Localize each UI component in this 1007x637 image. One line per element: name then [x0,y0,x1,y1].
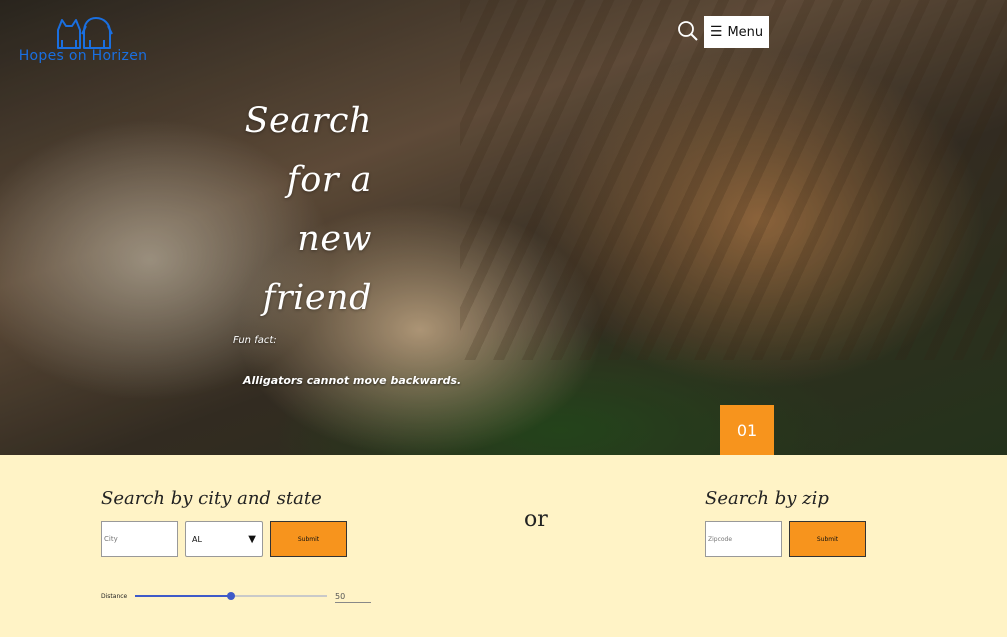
state-selected-value: AL [192,534,202,544]
search-icon [678,20,698,41]
hero-title-line: friend [262,278,372,318]
chevron-down-icon: ▼ [248,533,256,545]
distance-label: Distance [101,593,128,600]
or-divider-text: or [524,507,548,532]
fun-fact-label: Fun fact: [233,335,277,346]
menu-label: Menu [727,24,764,40]
city-submit-button[interactable]: Submit [270,521,347,557]
state-select[interactable]: AL ▼ [185,521,263,557]
fun-fact-text: Alligators cannot move backwards. [243,374,462,387]
brand-name: Hopes on Horizen [18,48,148,64]
slider-thumb[interactable] [227,592,235,600]
hero-banner: Hopes on Horizen ☰ Menu Search for a new… [0,0,1007,455]
brand-logo[interactable]: Hopes on Horizen [8,14,158,64]
search-button[interactable] [674,18,702,46]
hero-title: Search for a new friend [240,92,372,328]
zip-submit-button[interactable]: Submit [789,521,866,557]
cat-and-dog-logo-icon [57,17,113,49]
distance-slider[interactable] [135,590,327,602]
zip-input[interactable] [705,521,782,557]
hamburger-icon: ☰ [709,24,723,40]
city-input[interactable] [101,521,178,557]
hero-title-line: for a [286,160,372,200]
slide-number-badge: 01 [720,405,774,455]
slider-fill [135,595,231,597]
menu-button[interactable]: ☰ Menu [704,16,769,48]
hero-title-line: Search [244,101,372,141]
city-search-heading: Search by city and state [101,488,322,509]
hero-title-line: new [297,219,372,259]
search-section: Search by city and state AL ▼ Submit or … [0,455,1007,637]
hero-photo-overlay [0,0,1007,455]
distance-value[interactable]: 50 [335,592,371,603]
zip-search-heading: Search by zip [705,488,829,509]
